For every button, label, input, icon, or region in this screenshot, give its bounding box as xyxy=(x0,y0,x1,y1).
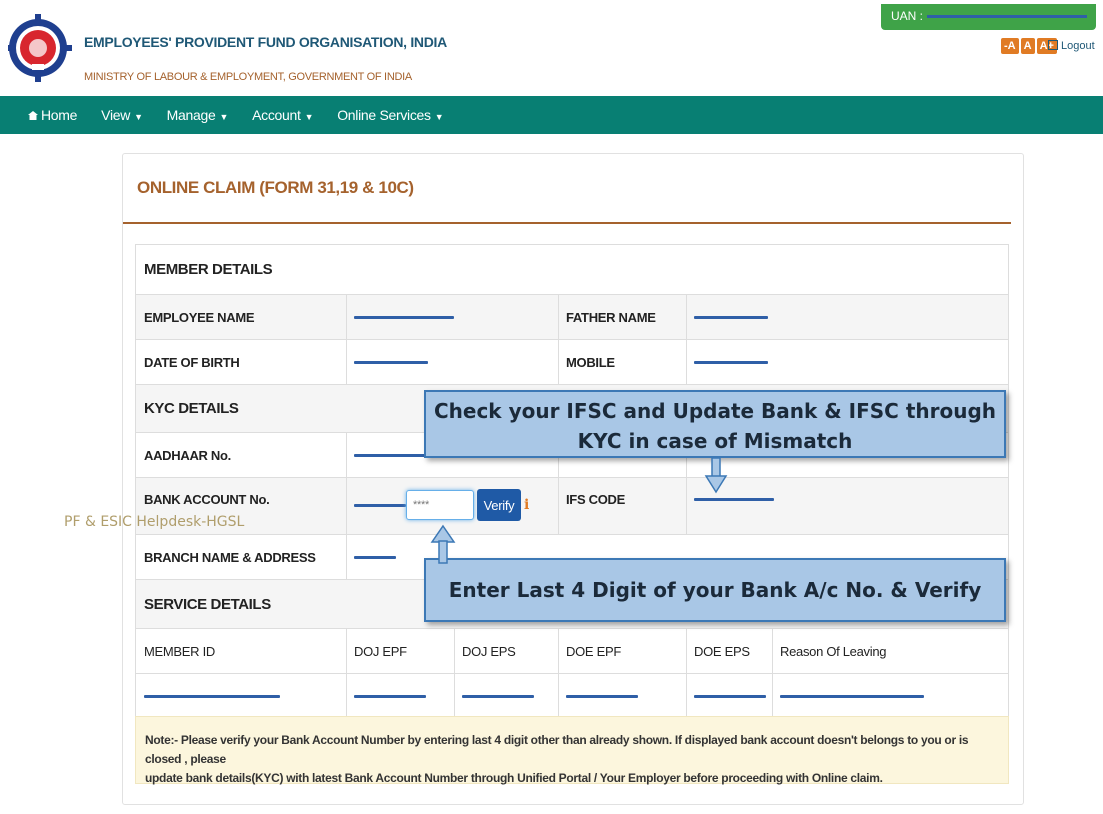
redaction-bar xyxy=(694,315,768,319)
claim-panel: ONLINE CLAIM (FORM 31,19 & 10C) MEMBER D… xyxy=(122,153,1024,805)
uan-badge: UAN : xyxy=(881,4,1096,30)
arrow-up-icon xyxy=(430,524,456,564)
redaction-bar xyxy=(354,315,454,319)
org-name: EMPLOYEES' PROVIDENT FUND ORGANISATION, … xyxy=(84,34,447,50)
column-doe-eps: DOE EPS xyxy=(694,643,750,659)
epfo-logo xyxy=(4,4,72,90)
nav-account-label: Account xyxy=(252,107,301,123)
table-row xyxy=(135,674,1009,719)
ifs-code-label: IFS CODE xyxy=(566,492,625,507)
font-decrease-button[interactable]: -A xyxy=(1001,38,1019,54)
home-icon xyxy=(28,111,38,120)
redaction-bar xyxy=(694,360,768,364)
note-line-2: update bank details(KYC) with latest Ban… xyxy=(145,771,883,785)
father-name-value xyxy=(686,295,768,339)
dob-row: DATE OF BIRTH MOBILE xyxy=(135,340,1009,385)
verification-note: Note:- Please verify your Bank Account N… xyxy=(135,716,1009,785)
employee-name-value xyxy=(346,295,454,339)
page-title: ONLINE CLAIM (FORM 31,19 & 10C) xyxy=(137,178,414,197)
info-icon[interactable]: i xyxy=(524,497,529,513)
logout-icon xyxy=(1048,40,1058,50)
note-line-1: Note:- Please verify your Bank Account N… xyxy=(145,733,969,766)
mobile-value xyxy=(686,340,768,384)
doj-eps-value xyxy=(454,674,534,718)
branch-value xyxy=(346,535,396,579)
caret-down-icon: ▼ xyxy=(219,112,229,122)
main-nav: Home View ▼ Manage ▼ Account ▼ Online Servi… xyxy=(0,96,1103,134)
aadhaar-value xyxy=(346,433,434,477)
service-header-row: MEMBER ID DOJ EPF DOJ EPS DOE EPF DOE EP… xyxy=(135,629,1009,674)
redaction-bar xyxy=(144,694,280,698)
aadhaar-label: AADHAAR No. xyxy=(144,447,231,463)
caret-down-icon: ▼ xyxy=(134,112,143,122)
column-doe-epf: DOE EPF xyxy=(566,643,621,659)
nav-online-services[interactable]: Online Services ▼ xyxy=(337,107,443,123)
arrow-down-icon xyxy=(704,458,728,494)
nav-view-label: View xyxy=(101,107,131,123)
caret-down-icon: ▼ xyxy=(304,112,314,122)
ifsc-callout-line-1: Check your IFSC and Update Bank & IFSC t… xyxy=(433,399,997,423)
doe-eps-value xyxy=(686,674,766,718)
nav-view[interactable]: View ▼ xyxy=(101,107,143,123)
column-doj-eps: DOJ EPS xyxy=(462,643,516,659)
redaction-bar xyxy=(354,453,434,457)
uan-label: UAN : xyxy=(891,9,924,23)
account-last4-input[interactable]: **** xyxy=(406,490,474,520)
redaction-bar xyxy=(354,694,426,698)
member-details-row: MEMBER DETAILS xyxy=(135,245,1009,295)
column-member-id: MEMBER ID xyxy=(144,643,215,659)
doj-epf-value xyxy=(346,674,426,718)
logout-link[interactable]: Logout xyxy=(1048,40,1095,52)
dob-label: DATE OF BIRTH xyxy=(144,354,240,370)
uan-redaction xyxy=(927,15,1088,19)
font-normal-button[interactable]: A xyxy=(1020,38,1035,54)
ifsc-callout-line-2: KYC in case of Mismatch xyxy=(577,429,853,453)
redaction-bar xyxy=(566,694,638,698)
doe-epf-value xyxy=(558,674,638,718)
column-doj-epf: DOJ EPF xyxy=(354,643,407,659)
redaction-bar xyxy=(354,555,396,559)
nav-manage[interactable]: Manage ▼ xyxy=(166,107,229,123)
redaction-bar xyxy=(694,498,774,501)
ministry-name: MINISTRY OF LABOUR & EMPLOYMENT, GOVERNM… xyxy=(84,71,412,83)
mobile-label: MOBILE xyxy=(566,354,615,370)
bank-account-row: BANK ACCOUNT No. **** Verify i IFS CODE xyxy=(135,478,1009,535)
employee-name-label: EMPLOYEE NAME xyxy=(144,309,255,325)
father-name-label: FATHER NAME xyxy=(566,309,656,325)
member-id-value xyxy=(136,674,280,718)
title-divider xyxy=(123,222,1011,224)
nav-online-services-label: Online Services xyxy=(337,107,431,123)
nav-home-label: Home xyxy=(41,107,78,123)
column-reason-of-leaving: Reason Of Leaving xyxy=(780,643,887,659)
redaction-bar xyxy=(354,503,406,507)
nav-home[interactable]: Home xyxy=(28,107,77,123)
reason-value xyxy=(772,674,924,718)
ifsc-callout: Check your IFSC and Update Bank & IFSC t… xyxy=(424,390,1006,458)
branch-label: BRANCH NAME & ADDRESS xyxy=(144,549,316,565)
redaction-bar xyxy=(694,694,766,698)
claim-details-grid: MEMBER DETAILS EMPLOYEE NAME FATHER NAME… xyxy=(135,244,1009,719)
caret-down-icon: ▼ xyxy=(434,112,444,122)
verify-button[interactable]: Verify xyxy=(477,489,521,521)
ifs-code-value xyxy=(686,478,774,534)
kyc-details-heading: KYC DETAILS xyxy=(144,400,239,417)
logout-label: Logout xyxy=(1061,40,1095,52)
dob-value xyxy=(346,340,428,384)
verify-callout: Enter Last 4 Digit of your Bank A/c No. … xyxy=(424,558,1006,622)
nav-manage-label: Manage xyxy=(166,107,216,123)
redaction-bar xyxy=(780,694,924,698)
helpdesk-watermark: PF & ESIC Helpdesk-HGSL xyxy=(64,514,245,530)
service-details-heading: SERVICE DETAILS xyxy=(144,595,271,613)
nav-account[interactable]: Account ▼ xyxy=(252,107,313,123)
redaction-bar xyxy=(354,360,428,364)
member-details-heading: MEMBER DETAILS xyxy=(144,261,273,278)
employee-name-row: EMPLOYEE NAME FATHER NAME xyxy=(135,295,1009,340)
redaction-bar xyxy=(462,694,534,698)
